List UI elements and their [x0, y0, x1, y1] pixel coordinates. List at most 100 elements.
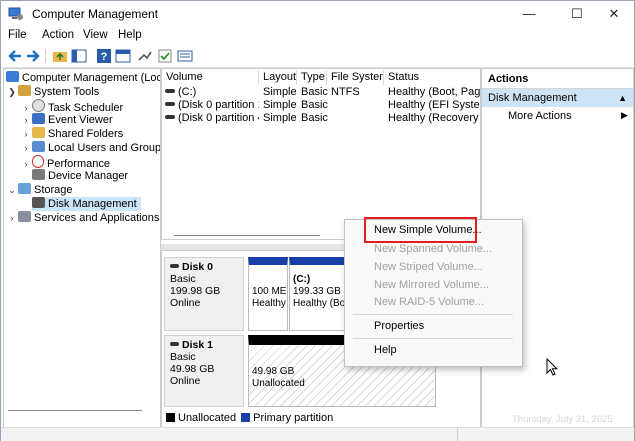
primary-partition-swatch	[241, 413, 251, 422]
menu-new-raid5-volume[interactable]: New RAID-5 Volume...	[374, 296, 484, 308]
menu-action[interactable]: Action	[42, 29, 74, 41]
tree-item-services-applications[interactable]: › Services and Applications	[6, 211, 159, 225]
disk-name: Disk 0	[182, 261, 213, 273]
tree-item-system-tools[interactable]: ❯ System Tools	[6, 85, 99, 99]
menu-new-spanned-volume[interactable]: New Spanned Volume...	[374, 243, 492, 255]
volume-type: Basic	[301, 86, 328, 98]
column-header-status[interactable]: Status	[384, 70, 480, 85]
checklist-icon[interactable]	[157, 48, 173, 64]
tree-item-local-users[interactable]: › Local Users and Groups	[20, 141, 160, 155]
close-button[interactable]: ✕	[594, 3, 634, 25]
chevron-down-icon[interactable]: ⌄	[6, 183, 18, 197]
device-manager-icon	[32, 169, 45, 180]
disk-type: Basic	[170, 273, 196, 285]
tree-item-performance[interactable]: › Performance	[20, 155, 110, 171]
collapse-arrow-icon[interactable]: ▲	[618, 89, 627, 107]
volume-name: (C:)	[178, 86, 197, 98]
tree-item-disk-management[interactable]: Disk Management	[32, 197, 141, 211]
help-icon[interactable]: ?	[96, 48, 112, 64]
unallocated-label: Unallocated	[252, 378, 305, 389]
tree-item-storage[interactable]: ⌄ Storage	[6, 183, 73, 197]
chevron-right-icon[interactable]: ›	[20, 141, 32, 155]
tree-item-task-scheduler[interactable]: › Task Scheduler	[20, 99, 123, 114]
volume-list: Volume Layout Type File System Status (C…	[161, 68, 481, 240]
computer-management-icon	[8, 7, 23, 20]
disk-0-partition-c[interactable]: (C:) 199.33 GB N Healthy (Bo	[289, 257, 349, 331]
chevron-right-icon[interactable]: ›	[20, 127, 32, 141]
services-icon	[18, 211, 31, 222]
actions-section-disk-management[interactable]: Disk Management ▲	[482, 89, 633, 107]
chevron-right-icon[interactable]: ›	[20, 157, 32, 171]
menu-new-mirrored-volume[interactable]: New Mirrored Volume...	[374, 279, 489, 291]
more-actions-item[interactable]: More Actions	[508, 110, 572, 122]
tree-item-computer-management[interactable]: Computer Management (Local	[6, 71, 160, 85]
tree-item-label: Services and Applications	[34, 212, 160, 224]
tree-item-shared-folders[interactable]: › Shared Folders	[20, 127, 123, 141]
maximize-button[interactable]: ☐	[557, 3, 597, 25]
disk-1-label[interactable]: Disk 1 Basic 49.98 GB Online	[164, 335, 244, 407]
menu-view[interactable]: View	[83, 29, 108, 41]
disk-name: Disk 1	[182, 339, 213, 351]
toolbar: ?	[1, 45, 634, 68]
tree-item-device-manager[interactable]: Device Manager	[32, 169, 128, 183]
tree-scrollbar[interactable]	[8, 410, 142, 411]
tree-item-event-viewer[interactable]: › Event Viewer	[20, 113, 113, 127]
disk-0-partition-efi[interactable]: 100 ME Healthy	[248, 257, 288, 331]
column-header-file-system[interactable]: File System	[327, 70, 384, 85]
chevron-right-icon[interactable]: ›	[6, 211, 18, 225]
title-bar[interactable]: Computer Management — ☐ ✕	[1, 1, 634, 27]
event-viewer-icon	[32, 113, 45, 124]
volume-type: Basic	[301, 112, 328, 124]
volume-layout: Simple	[263, 86, 297, 98]
disk-0-label[interactable]: Disk 0 Basic 199.98 GB Online	[164, 257, 244, 331]
forward-arrow-icon[interactable]	[25, 48, 41, 64]
legend-unallocated: Unallocated	[178, 412, 237, 424]
column-header-type[interactable]: Type	[297, 70, 327, 85]
partition-status: Healthy	[252, 298, 286, 309]
volume-status: Healthy (Boot, Page F	[388, 86, 480, 98]
column-header-layout[interactable]: Layout	[259, 70, 297, 85]
disk-management-icon	[32, 197, 45, 208]
tree-item-label: Event Viewer	[48, 114, 113, 126]
volume-icon	[165, 115, 175, 119]
partition-size: 199.33 GB N	[293, 286, 349, 297]
volume-type: Basic	[301, 99, 328, 111]
partition-label: (C:)	[293, 274, 311, 285]
chevron-right-icon[interactable]: ›	[20, 113, 32, 127]
disk-list-icon[interactable]	[177, 48, 193, 64]
list-scrollbar[interactable]	[174, 235, 320, 236]
menu-new-simple-volume[interactable]: New Simple Volume...	[374, 224, 482, 236]
disk-icon	[170, 264, 179, 268]
tree-item-label: Shared Folders	[48, 128, 124, 140]
tree-item-label: Device Manager	[48, 170, 129, 182]
minimize-button[interactable]: —	[509, 3, 549, 25]
volume-name: (Disk 0 partition 1)	[178, 99, 259, 111]
menu-properties[interactable]: Properties	[374, 320, 424, 332]
connect-icon[interactable]	[137, 48, 153, 64]
volume-status: Healthy (EFI System P	[388, 99, 480, 111]
context-menu: New Simple Volume... New Spanned Volume.…	[344, 217, 523, 367]
menu-new-striped-volume[interactable]: New Striped Volume...	[374, 261, 483, 273]
mouse-cursor-icon	[546, 358, 558, 376]
menu-separator	[353, 338, 513, 339]
show-hide-tree-icon[interactable]	[71, 48, 87, 64]
back-arrow-icon[interactable]	[7, 48, 23, 64]
storage-icon	[18, 183, 31, 194]
up-folder-icon[interactable]	[52, 48, 68, 64]
disk-size: 199.98 GB	[170, 285, 221, 297]
menu-bar: File Action View Help	[1, 27, 634, 45]
menu-help-item[interactable]: Help	[374, 344, 397, 356]
actions-section-label: Disk Management	[488, 92, 577, 104]
disk-type: Basic	[170, 351, 196, 363]
tree-item-label: System Tools	[34, 86, 100, 98]
status-divider	[457, 428, 458, 441]
menu-file[interactable]: File	[8, 29, 27, 41]
column-header-volume[interactable]: Volume	[162, 70, 259, 85]
clock-icon	[32, 99, 45, 112]
chevron-down-icon[interactable]: ❯	[6, 85, 18, 99]
partition-size: 100 ME	[252, 286, 287, 297]
properties-icon[interactable]	[115, 48, 131, 64]
unallocated-swatch	[166, 413, 175, 422]
submenu-arrow-icon[interactable]: ▶	[621, 110, 628, 121]
menu-help[interactable]: Help	[118, 29, 142, 41]
